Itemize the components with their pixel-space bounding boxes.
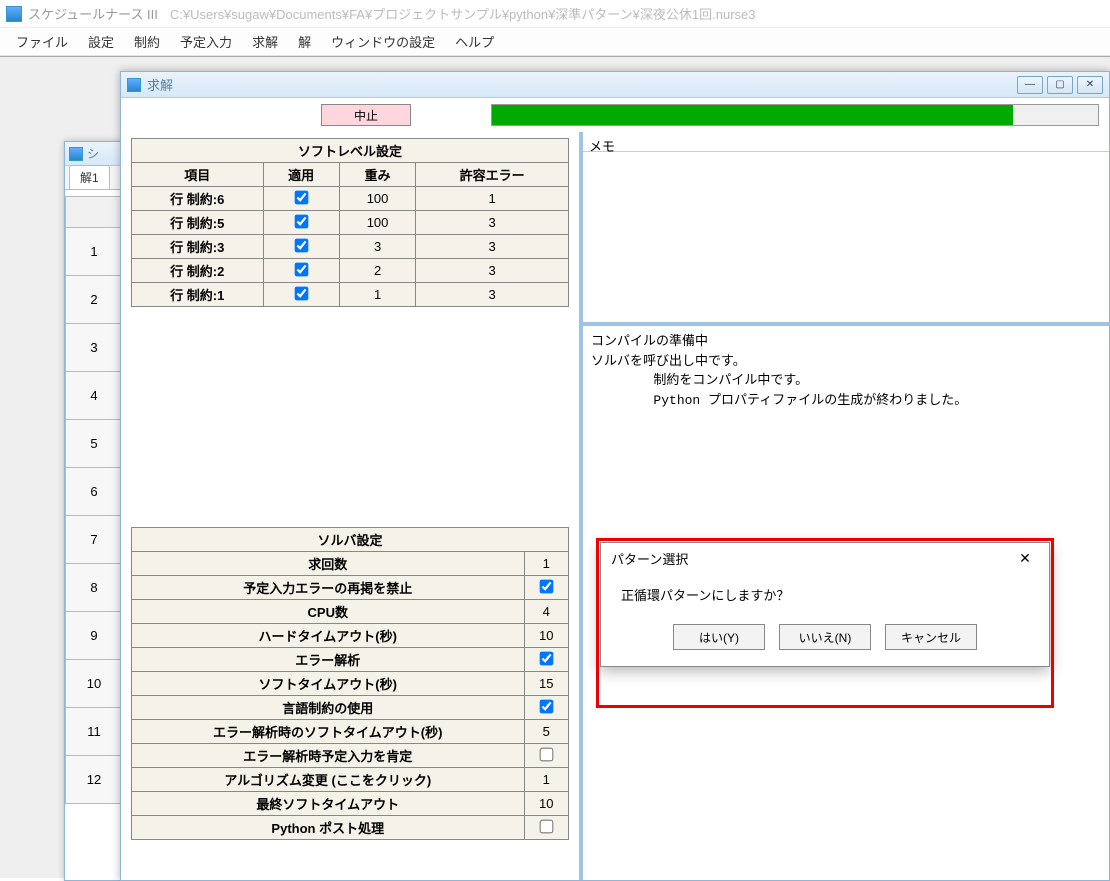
menu-window[interactable]: ウィンドウの設定 [321, 28, 445, 55]
table-row: アルゴリズム変更 (ここをクリック)1 [132, 768, 569, 792]
solver-settings-heading: ソルバ設定 [132, 528, 569, 552]
memo-label: メモ [583, 132, 1109, 152]
setting-checkbox[interactable] [539, 579, 553, 593]
background-child-window[interactable]: シ 解1 1 2 3 4 5 6 7 8 9 10 11 12 [64, 141, 124, 881]
row-number[interactable]: 7 [65, 516, 123, 564]
menu-schedule-input[interactable]: 予定入力 [170, 28, 242, 55]
row-number-column: 1 2 3 4 5 6 7 8 9 10 11 12 [65, 190, 123, 804]
setting-checkbox[interactable] [539, 699, 553, 713]
solve-child-window: 求解 — ▢ ✕ 中止 ソフトレベル設定 項目 適用 重み [120, 71, 1110, 881]
apply-checkbox[interactable] [294, 214, 308, 228]
main-titlebar: スケジュールナース III C:¥Users¥sugaw¥Documents¥F… [0, 0, 1110, 28]
no-button[interactable]: いいえ(N) [779, 624, 871, 650]
row-number[interactable]: 10 [65, 660, 123, 708]
dialog-message: 正循環パターンにしますか？ [601, 573, 1049, 610]
table-row: 行 制約:61001 [132, 187, 569, 211]
progress-fill [492, 105, 1013, 125]
solve-window-title: 求解 [147, 75, 173, 94]
apply-checkbox[interactable] [294, 286, 308, 300]
col-weight: 重み [339, 163, 415, 187]
table-row: CPU数4 [132, 600, 569, 624]
row-number[interactable]: 11 [65, 708, 123, 756]
row-number[interactable]: 4 [65, 372, 123, 420]
menu-file[interactable]: ファイル [6, 28, 78, 55]
col-item: 項目 [132, 163, 264, 187]
table-row: 行 制約:113 [132, 283, 569, 307]
table-row: エラー解析 [132, 648, 569, 672]
pattern-select-dialog: パターン選択 ✕ 正循環パターンにしますか？ はい(Y) いいえ(N) キャンセ… [600, 542, 1050, 667]
cancel-button[interactable]: キャンセル [885, 624, 977, 650]
col-apply: 適用 [263, 163, 339, 187]
soft-level-heading: ソフトレベル設定 [132, 139, 569, 163]
apply-checkbox[interactable] [294, 262, 308, 276]
menu-solve[interactable]: 求解 [242, 28, 288, 55]
app-title: スケジュールナース III [28, 4, 158, 23]
table-row: 行 制約:333 [132, 235, 569, 259]
row-number[interactable]: 9 [65, 612, 123, 660]
apply-checkbox[interactable] [294, 190, 308, 204]
soft-level-table: ソフトレベル設定 項目 適用 重み 許容エラー 行 制約:61001 行 制約:… [131, 138, 569, 307]
solve-window-titlebar[interactable]: 求解 — ▢ ✕ [121, 72, 1109, 98]
background-window-titlebar[interactable]: シ [65, 142, 123, 166]
row-number[interactable]: 3 [65, 324, 123, 372]
row-number[interactable]: 2 [65, 276, 123, 324]
right-column: メモ コンパイルの準備中 ソルバを呼び出し中です。 制約をコンパイル中です。 P… [583, 132, 1109, 880]
row-number[interactable]: 5 [65, 420, 123, 468]
left-column: ソフトレベル設定 項目 適用 重み 許容エラー 行 制約:61001 行 制約:… [121, 132, 583, 880]
app-filepath: C:¥Users¥sugaw¥Documents¥FA¥プロジェクトサンプル¥p… [170, 4, 756, 23]
maximize-button[interactable]: ▢ [1047, 76, 1073, 94]
window-icon [127, 78, 141, 92]
close-icon[interactable]: ✕ [1011, 547, 1039, 569]
dialog-title: パターン選択 [611, 549, 688, 568]
row-number-header [65, 196, 123, 228]
dialog-button-row: はい(Y) いいえ(N) キャンセル [601, 610, 1049, 666]
stop-button[interactable]: 中止 [321, 104, 411, 126]
workspace: シ 解1 1 2 3 4 5 6 7 8 9 10 11 12 求解 — ▢ [0, 56, 1110, 878]
col-tolerance: 許容エラー [416, 163, 569, 187]
menu-solution[interactable]: 解 [288, 28, 321, 55]
table-row: 最終ソフトタイムアウト10 [132, 792, 569, 816]
menu-constraints[interactable]: 制約 [124, 28, 170, 55]
menu-settings[interactable]: 設定 [78, 28, 124, 55]
memo-textarea[interactable] [583, 152, 1109, 322]
yes-button[interactable]: はい(Y) [673, 624, 765, 650]
row-number[interactable]: 1 [65, 228, 123, 276]
menu-help[interactable]: ヘルプ [445, 28, 504, 55]
apply-checkbox[interactable] [294, 238, 308, 252]
table-row: 予定入力エラーの再掲を禁止 [132, 576, 569, 600]
minimize-button[interactable]: — [1017, 76, 1043, 94]
log-output[interactable]: コンパイルの準備中 ソルバを呼び出し中です。 制約をコンパイル中です。 Pyth… [583, 326, 1109, 416]
app-icon [6, 6, 22, 22]
window-icon [69, 147, 83, 161]
tab-solution-1[interactable]: 解1 [69, 165, 110, 189]
row-number[interactable]: 12 [65, 756, 123, 804]
progress-bar [491, 104, 1099, 126]
table-row: 言語制約の使用 [132, 696, 569, 720]
tabstrip: 解1 [65, 166, 123, 190]
background-window-title: シ [87, 145, 99, 162]
table-row: ソフトタイムアウト(秒)15 [132, 672, 569, 696]
setting-checkbox[interactable] [539, 747, 553, 761]
solve-toolbar: 中止 [121, 98, 1109, 132]
table-row: 求回数1 [132, 552, 569, 576]
row-number[interactable]: 8 [65, 564, 123, 612]
setting-checkbox[interactable] [539, 819, 553, 833]
table-row: Python ポスト処理 [132, 816, 569, 840]
table-row: エラー解析時のソフトタイムアウト(秒)5 [132, 720, 569, 744]
table-row: エラー解析時予定入力を肯定 [132, 744, 569, 768]
table-row: ハードタイムアウト(秒)10 [132, 624, 569, 648]
table-row: 行 制約:223 [132, 259, 569, 283]
table-row: 行 制約:51003 [132, 211, 569, 235]
setting-checkbox[interactable] [539, 651, 553, 665]
menubar: ファイル 設定 制約 予定入力 求解 解 ウィンドウの設定 ヘルプ [0, 28, 1110, 56]
close-button[interactable]: ✕ [1077, 76, 1103, 94]
solver-settings-table: ソルバ設定 求回数1 予定入力エラーの再掲を禁止 CPU数4 ハードタイムアウト… [131, 527, 569, 840]
row-number[interactable]: 6 [65, 468, 123, 516]
dialog-titlebar[interactable]: パターン選択 ✕ [601, 543, 1049, 573]
progress-remainder [1013, 105, 1098, 125]
